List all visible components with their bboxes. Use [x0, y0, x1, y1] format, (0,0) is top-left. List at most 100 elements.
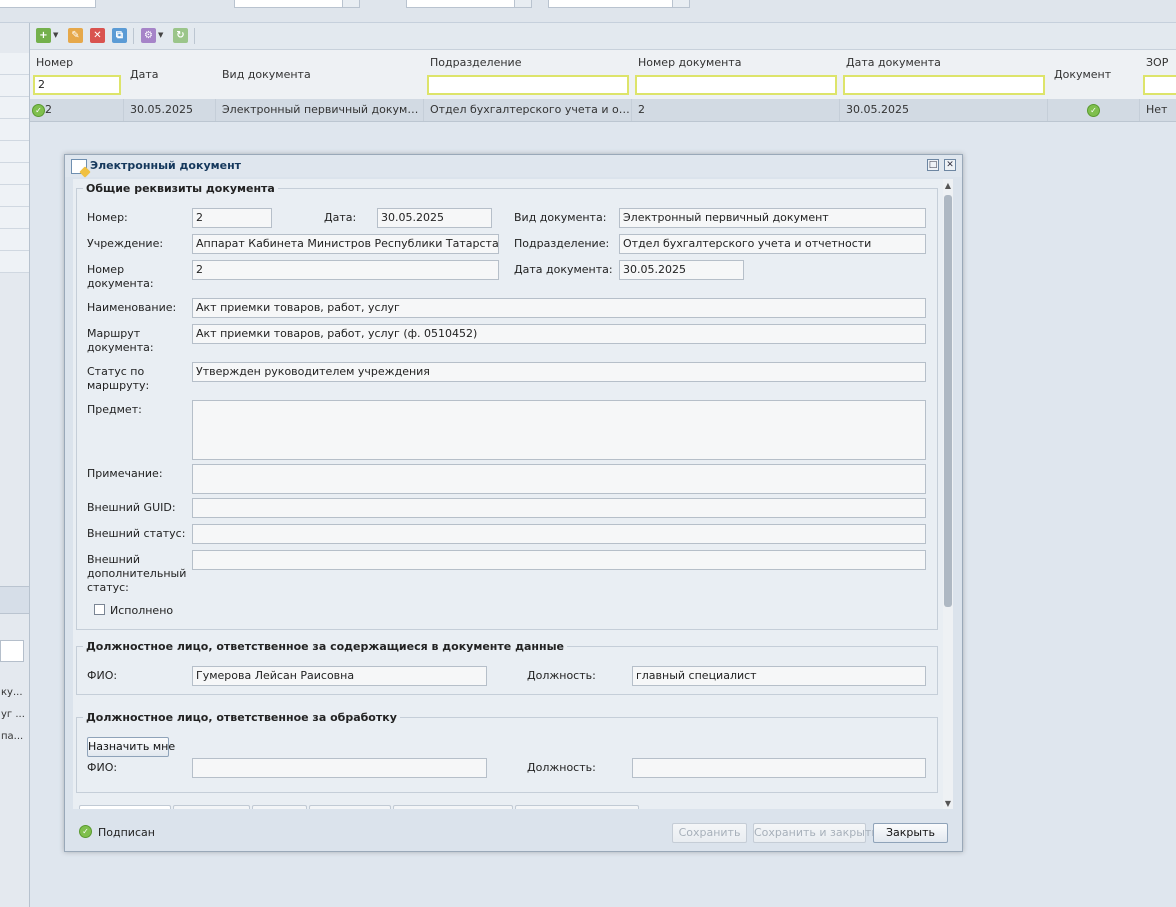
cell-vid: Электронный первичный документ	[216, 99, 424, 121]
marsh-label: Маршрут документа:	[87, 327, 154, 354]
chevron-down-icon[interactable]: ▼	[53, 31, 58, 39]
prim-textarea[interactable]	[192, 464, 926, 494]
left-filter-input[interactable]	[0, 640, 24, 662]
filter-input-nomdoc[interactable]	[635, 75, 837, 95]
list-item[interactable]: уг ...	[0, 705, 30, 725]
settings-icon[interactable]: ⚙	[141, 28, 156, 43]
naim-field[interactable]: Акт приемки товаров, работ, услуг	[192, 298, 926, 318]
window-titlebar[interactable]: Электронный документ □ ✕	[65, 155, 962, 177]
list-item[interactable]	[0, 53, 29, 75]
column-header-datadoc[interactable]: Дата документа	[840, 50, 1049, 100]
scrollbar-thumb[interactable]	[944, 195, 952, 607]
guid-label: Внешний GUID:	[87, 501, 176, 514]
scroll-up-icon[interactable]: ▲	[943, 181, 953, 190]
extstatus-label: Внешний статус:	[87, 527, 186, 540]
tab[interactable]	[393, 805, 513, 809]
extstatus-field[interactable]	[192, 524, 926, 544]
vid-field[interactable]: Электронный первичный документ	[619, 208, 926, 228]
list-item[interactable]	[0, 163, 29, 185]
tab[interactable]	[173, 805, 250, 809]
list-item[interactable]	[0, 119, 29, 141]
column-header-label: Дата документа	[846, 56, 941, 69]
vertical-scrollbar[interactable]: ▲ ▼	[943, 179, 953, 809]
electronic-document-window: Электронный документ □ ✕ Общие реквизиты…	[64, 154, 963, 852]
predmet-textarea[interactable]	[192, 400, 926, 460]
filter-input-podr[interactable]	[427, 75, 629, 95]
column-header-data[interactable]: Дата	[124, 50, 217, 100]
resp-fio-field[interactable]: Гумерова Лейсан Раисовна	[192, 666, 487, 686]
uchr-label: Учреждение:	[87, 237, 164, 250]
column-header-zor[interactable]: ЗОР	[1140, 50, 1176, 100]
column-header-podr[interactable]: Подразделение	[424, 50, 633, 100]
cell-nomdoc: 2	[632, 99, 840, 121]
top-combo[interactable]	[234, 0, 360, 8]
cell-datadoc: 30.05.2025	[840, 99, 1048, 121]
uchr-field[interactable]: Аппарат Кабинета Министров Республики Та…	[192, 234, 499, 254]
ispolneno-checkbox[interactable]	[94, 604, 105, 615]
status-field[interactable]: Утвержден руководителем учреждения	[192, 362, 926, 382]
list-item[interactable]: ку...	[0, 683, 30, 703]
column-header-nomer[interactable]: Номер 2	[30, 50, 125, 100]
list-item[interactable]	[0, 97, 29, 119]
list-item[interactable]	[0, 75, 29, 97]
predmet-label: Предмет:	[87, 403, 142, 416]
extdop-field[interactable]	[192, 550, 926, 570]
extdop-label: Внешний дополнительный статус:	[87, 553, 187, 594]
chevron-down-icon[interactable]	[514, 0, 531, 7]
documents-grid: Номер 2 Дата Вид документа Подразделение…	[30, 50, 1176, 123]
edit-icon[interactable]: ✎	[68, 28, 83, 43]
chevron-down-icon[interactable]	[342, 0, 359, 7]
podr-field[interactable]: Отдел бухгалтерского учета и отчетности	[619, 234, 926, 254]
podr-label: Подразделение:	[514, 237, 610, 250]
tab[interactable]	[515, 805, 639, 809]
top-field[interactable]	[0, 0, 96, 8]
top-combo[interactable]	[548, 0, 690, 8]
proc-dolzh-field[interactable]	[632, 758, 926, 778]
guid-field[interactable]	[192, 498, 926, 518]
table-row[interactable]: ✓ 2 30.05.2025 Электронный первичный доку…	[30, 99, 1176, 122]
list-item[interactable]	[0, 141, 29, 163]
tab[interactable]	[79, 805, 171, 809]
chevron-down-icon[interactable]	[672, 0, 689, 7]
filter-input-nomer[interactable]: 2	[33, 75, 121, 95]
refresh-icon[interactable]: ↻	[173, 28, 188, 43]
nomdoc-field[interactable]: 2	[192, 260, 499, 280]
filter-input-datadoc[interactable]	[843, 75, 1045, 95]
cell-doc: ✓	[1048, 99, 1140, 121]
list-item[interactable]	[0, 185, 29, 207]
datadoc-field[interactable]: 30.05.2025	[619, 260, 744, 280]
save-and-close-button[interactable]: Сохранить и закрыть	[753, 823, 878, 843]
list-item[interactable]	[0, 229, 29, 251]
save-button[interactable]: Сохранить	[672, 823, 747, 843]
left-panel-header	[0, 586, 29, 614]
tab[interactable]	[309, 805, 391, 809]
add-icon[interactable]: +	[36, 28, 51, 43]
list-item[interactable]: па...	[0, 727, 30, 747]
copy-icon[interactable]: ⧉	[112, 28, 127, 43]
resp-dolzh-field[interactable]: главный специалист	[632, 666, 926, 686]
close-button[interactable]: Закрыть	[873, 823, 948, 843]
scroll-down-icon[interactable]: ▼	[943, 799, 953, 808]
top-combo[interactable]	[406, 0, 532, 8]
maximize-icon[interactable]: □	[927, 159, 939, 171]
proc-fio-field[interactable]	[192, 758, 487, 778]
column-header-nomdoc[interactable]: Номер документа	[632, 50, 841, 100]
list-item[interactable]	[0, 251, 29, 273]
column-header-doc[interactable]: Документ	[1048, 50, 1141, 100]
assign-to-me-button[interactable]: Назначить мне	[87, 737, 175, 757]
data-field[interactable]: 30.05.2025	[377, 208, 492, 228]
resp-data-legend: Должностное лицо, ответственное за содер…	[86, 640, 564, 653]
column-header-vid[interactable]: Вид документа	[216, 50, 425, 100]
close-icon[interactable]: ✕	[944, 159, 956, 171]
filter-input-zor[interactable]	[1143, 75, 1176, 95]
list-item[interactable]	[0, 207, 29, 229]
delete-icon[interactable]: ✕	[90, 28, 105, 43]
marsh-field[interactable]: Акт приемки товаров, работ, услуг (ф. 05…	[192, 324, 926, 344]
nomer-field[interactable]: 2	[192, 208, 272, 228]
resp-dolzh-label: Должность:	[527, 669, 596, 682]
status-label: Статус по маршруту:	[87, 365, 150, 392]
nomer-label: Номер:	[87, 211, 128, 224]
toolbar-divider	[194, 28, 195, 44]
chevron-down-icon[interactable]: ▼	[158, 31, 163, 39]
tab[interactable]	[252, 805, 307, 809]
